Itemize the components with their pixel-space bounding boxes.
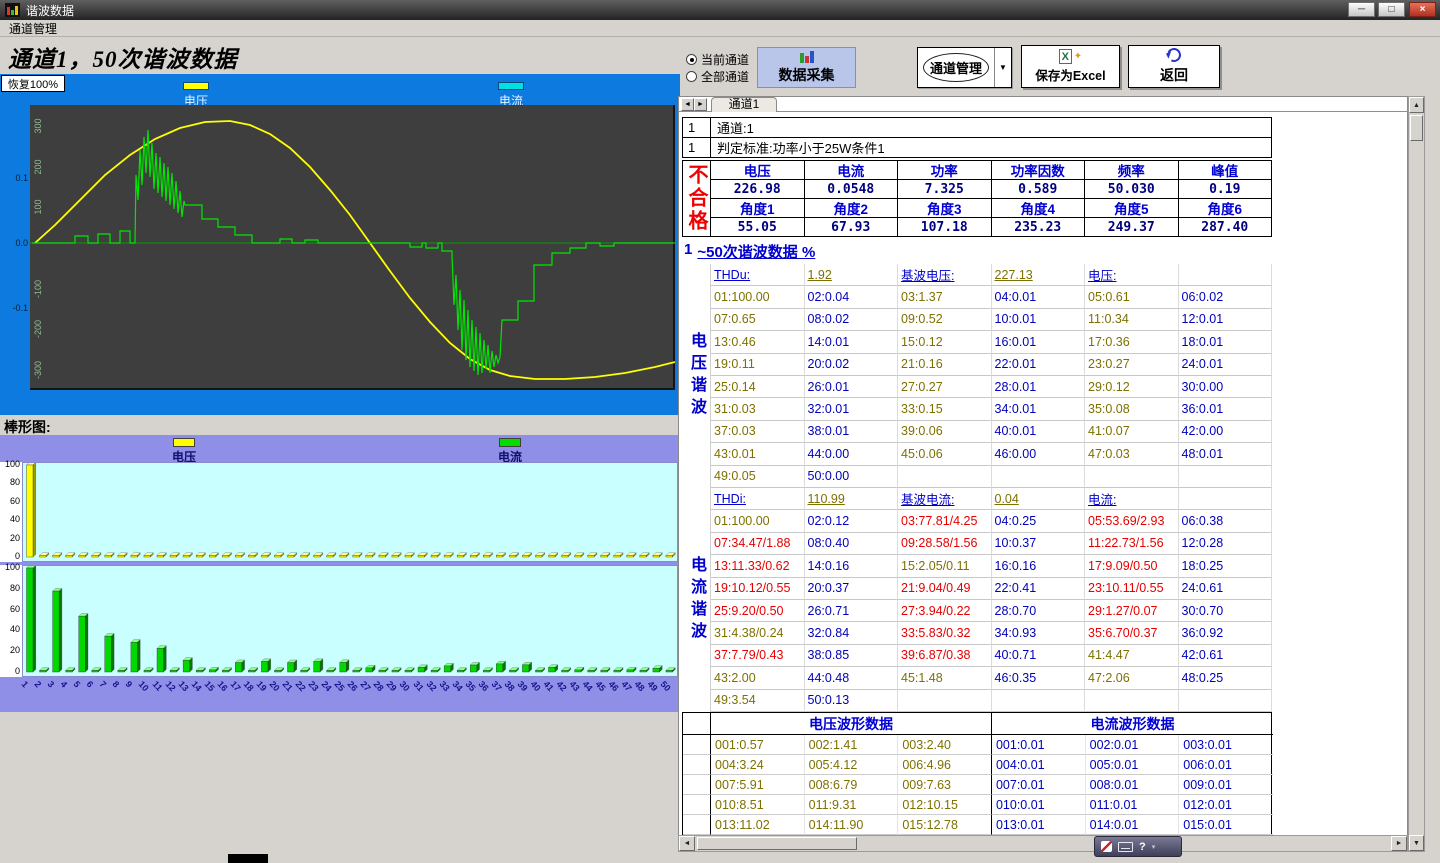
waveform-plot: 300200100-100-200-300 <box>30 105 675 390</box>
current-bar-svg <box>22 565 678 677</box>
harmonics-title: 1 ~50次谐波数据 % <box>684 241 815 262</box>
current-bar-y-axis: 100806040200 <box>0 565 22 677</box>
voltage-bar-y-axis: 100806040200 <box>0 462 22 562</box>
summary-rows: 1 通道:1 1 判定标准:功率小于25W条件1 <box>682 117 1272 158</box>
voltage-harmonics-side-label: 电压谐波 <box>682 264 710 488</box>
save-excel-button[interactable]: X ✦ 保存为Excel <box>1021 45 1120 88</box>
channel-manage-button[interactable]: 通道管理 ▼ <box>917 47 1012 88</box>
scroll-down-icon[interactable]: ▼ <box>1409 835 1424 851</box>
harmonics-title-index: 1 <box>684 241 692 262</box>
waveform-chart-panel: 电压 电流 0.10.0-0.1 300200100-100-200-300 <box>0 74 680 415</box>
app-window: 谐波数据 ─ □ × 通道管理 通道1，50次谐波数据 恢复100% 电压 电流… <box>0 0 1440 863</box>
vertical-scrollbar-thumb[interactable] <box>1410 115 1423 141</box>
horizontal-scrollbar-thumb[interactable] <box>697 837 857 850</box>
app-icon <box>5 3 20 17</box>
radio-all-channels-icon[interactable] <box>686 71 697 82</box>
voltage-swatch-icon <box>183 82 209 90</box>
data-collect-label: 数据采集 <box>779 65 835 85</box>
channel-row-index: 1 <box>683 118 711 137</box>
current-waveform-header: 电流波形数据 <box>992 713 1273 735</box>
voltage-bar-swatch-icon <box>173 438 195 447</box>
bar-chart-panel: 电压 电流 100806040200 100806040200 12345678… <box>0 435 680 712</box>
vertical-scrollbar[interactable]: ▲ ▼ <box>1408 96 1425 852</box>
radio-all-channels[interactable]: 全部通道 <box>686 68 749 85</box>
radio-current-channel-label: 当前通道 <box>701 51 749 68</box>
back-label: 返回 <box>1160 65 1188 85</box>
taskbar-fragment <box>228 854 268 863</box>
save-excel-label: 保存为Excel <box>1035 65 1105 84</box>
current-bar-swatch-icon <box>499 438 521 447</box>
channel-row-text: 通道:1 <box>711 118 754 137</box>
page-title: 通道1，50次谐波数据 <box>8 40 238 74</box>
bar-legend-current: 电流 <box>498 438 522 465</box>
close-button[interactable]: × <box>1409 2 1436 17</box>
voltage-waveform-header: 电压波形数据 <box>711 713 992 735</box>
maximize-button[interactable]: □ <box>1378 2 1405 17</box>
ime-toolbar[interactable]: ? ▾ <box>1094 836 1182 857</box>
current-harmonics-grid: THDi:110.99基波电流:0.04电流:01:100.0002:0.120… <box>710 488 1272 712</box>
criteria-row-text: 判定标准:功率小于25W条件1 <box>711 138 885 157</box>
wave-svg <box>30 105 675 390</box>
harmonics-title-text: ~50次谐波数据 % <box>697 241 815 262</box>
waveform-table-header: 电压波形数据 电流波形数据 <box>683 713 1271 735</box>
refresh-return-icon <box>1165 46 1183 64</box>
voltage-bar-svg <box>22 462 678 562</box>
data-collect-button[interactable]: 数据采集 <box>757 47 856 88</box>
ime-options-icon[interactable]: ▾ <box>1152 843 1156 851</box>
voltage-harmonics-grid: THDu:1.92基波电压:227.13电压:01:100.0002:0.040… <box>710 264 1272 488</box>
waveform-data-table: 电压波形数据 电流波形数据 001:0.57002:1.41003:2.4000… <box>682 712 1272 835</box>
menu-channel-management[interactable]: 通道管理 <box>9 20 57 37</box>
help-icon[interactable]: ? <box>1139 841 1146 853</box>
waveform-header-spacer <box>683 713 711 735</box>
tab-scroll-right-icon[interactable]: ► <box>694 98 707 111</box>
pen-input-icon[interactable] <box>1101 841 1112 852</box>
minimize-button[interactable]: ─ <box>1348 2 1375 17</box>
keyboard-icon[interactable] <box>1118 842 1133 852</box>
criteria-row: 1 判定标准:功率小于25W条件1 <box>683 138 1271 158</box>
back-button[interactable]: 返回 <box>1128 45 1220 88</box>
scroll-up-icon[interactable]: ▲ <box>1409 97 1424 113</box>
titlebar: 谐波数据 ─ □ × <box>0 0 1440 20</box>
channel-manage-label: 通道管理 <box>923 53 989 82</box>
tab-channel-1[interactable]: 通道1 <box>711 97 777 112</box>
chevron-down-icon[interactable]: ▼ <box>995 63 1011 72</box>
summary-grid: 电压电流功率功率因数频率峰值226.980.05487.3250.58950.0… <box>710 160 1272 237</box>
verdict-badge: 不合格 <box>682 160 711 237</box>
bar-chart-section-label: 棒形图: <box>4 417 51 437</box>
scroll-right-icon[interactable]: ► <box>1391 836 1407 851</box>
restore-zoom-button[interactable]: 恢复100% <box>1 75 65 92</box>
menubar: 通道管理 <box>0 20 1440 37</box>
horizontal-scrollbar[interactable]: ◄ ► <box>678 835 1408 852</box>
radio-current-channel-icon[interactable] <box>686 54 697 65</box>
waveform-rows: 001:0.57002:1.41003:2.40001:0.01002:0.01… <box>683 735 1271 835</box>
current-swatch-icon <box>498 82 524 90</box>
bar-legend-voltage: 电压 <box>172 438 196 465</box>
radio-current-channel[interactable]: 当前通道 <box>686 51 749 68</box>
scroll-left-icon[interactable]: ◄ <box>679 836 695 851</box>
window-title: 谐波数据 <box>26 2 74 19</box>
current-harmonics-side-label: 电流谐波 <box>682 488 710 712</box>
excel-icon: X ✦ <box>1059 49 1082 64</box>
tab-strip-line <box>678 111 1408 112</box>
tab-scroll-left-icon[interactable]: ◄ <box>681 98 694 111</box>
bar-x-axis: 1234567891011121314151617181920212223242… <box>0 677 680 712</box>
criteria-row-index: 1 <box>683 138 711 157</box>
channel-row: 1 通道:1 <box>683 118 1271 138</box>
data-collect-icon <box>800 51 814 63</box>
radio-all-channels-label: 全部通道 <box>701 68 749 85</box>
